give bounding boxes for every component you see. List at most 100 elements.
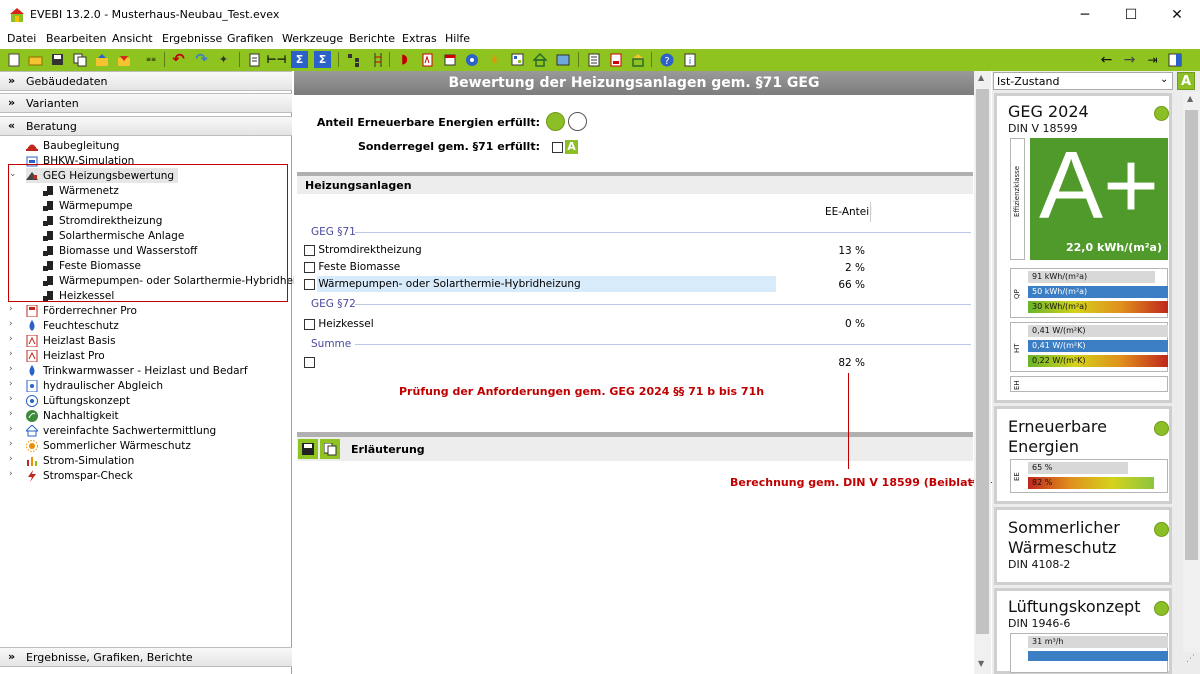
accordion-label: Gebäudedaten — [26, 75, 108, 88]
energy-certificate-icon[interactable] — [629, 51, 646, 68]
tree-item[interactable]: Förderrechner Pro — [26, 303, 137, 318]
tree-item[interactable]: Lüftungskonzept — [26, 393, 130, 408]
menu-werkzeuge[interactable]: Werkzeuge — [282, 32, 343, 45]
tree-item[interactable]: Strom-Simulation — [26, 453, 134, 468]
table-row[interactable]: Heizkessel — [304, 318, 374, 330]
sum-alt-icon[interactable]: Σ — [314, 51, 331, 68]
tree-icon[interactable] — [345, 51, 362, 68]
expand-chevron-icon[interactable]: › — [9, 394, 13, 404]
forward-arrow-icon[interactable]: → — [1121, 51, 1138, 68]
close-button[interactable]: ✕ — [1154, 0, 1200, 30]
tree-item[interactable]: Nachhaltigkeit — [26, 408, 119, 423]
row-checkbox[interactable] — [304, 318, 315, 330]
document-list-icon[interactable] — [246, 51, 263, 68]
tree-item[interactable]: Trinkwarmwasser - Heizlast und Bedarf — [26, 363, 248, 378]
menu-ansicht[interactable]: Ansicht — [112, 32, 153, 45]
network-tool-icon[interactable] — [463, 51, 480, 68]
pdf-report-icon[interactable] — [607, 51, 624, 68]
copy-erlaeuterung-icon[interactable] — [320, 439, 340, 459]
house-tool-icon[interactable] — [531, 51, 548, 68]
expand-chevron-icon[interactable]: › — [9, 379, 13, 389]
accordion-gebaeudedaten[interactable]: » Gebäudedaten — [0, 71, 292, 91]
save-icon[interactable] — [49, 51, 66, 68]
calendar-tool-icon[interactable] — [441, 51, 458, 68]
grid-tool-icon[interactable] — [509, 51, 526, 68]
content-scrollbar[interactable]: ▲ ▼ — [974, 71, 991, 674]
expand-chevron-icon[interactable]: › — [9, 304, 13, 314]
row-checkbox[interactable] — [304, 261, 315, 273]
helmet-tool-icon[interactable]: ◗ — [396, 51, 413, 68]
eh-box: EH — [1010, 376, 1168, 392]
help-icon[interactable]: ? — [658, 51, 675, 68]
expand-chevron-icon[interactable]: › — [9, 454, 13, 464]
menu-berichte[interactable]: Berichte — [349, 32, 395, 45]
export-icon[interactable] — [93, 51, 110, 68]
row-checkbox[interactable] — [304, 244, 315, 256]
table-row[interactable]: Stromdirektheizung — [304, 244, 422, 256]
table-row[interactable]: Feste Biomasse — [304, 261, 400, 273]
menu-ergebnisse[interactable]: Ergebnisse — [162, 32, 222, 45]
structure-icon[interactable]: ⊢⊣ — [266, 51, 286, 68]
expand-chevron-icon[interactable]: › — [9, 349, 13, 359]
card-lueftungskonzept[interactable]: Lüftungskonzept DIN 1946-6 31 m³/h — [994, 588, 1172, 674]
menu-hilfe[interactable]: Hilfe — [445, 32, 470, 45]
expand-chevron-icon[interactable]: › — [9, 469, 13, 479]
menu-grafiken[interactable]: Grafiken — [227, 32, 273, 45]
expand-chevron-icon[interactable]: › — [9, 409, 13, 419]
expand-chevron-icon[interactable]: › — [9, 439, 13, 449]
expand-chevron-icon[interactable]: › — [9, 364, 13, 374]
import-icon[interactable] — [115, 51, 132, 68]
tree-item[interactable]: Stromspar-Check — [26, 468, 133, 483]
redo-icon[interactable]: ↷ — [193, 51, 210, 68]
sonderregel-checkbox[interactable] — [552, 142, 563, 156]
tree-item[interactable]: hydraulischer Abgleich — [26, 378, 163, 393]
maximize-button[interactable]: ☐ — [1108, 0, 1154, 30]
tree-item[interactable]: Heizlast Pro — [26, 348, 105, 363]
expand-chevron-icon[interactable]: › — [9, 334, 13, 344]
tree-item[interactable]: Sommerlicher Wärmeschutz — [26, 438, 191, 453]
new-file-icon[interactable] — [5, 51, 22, 68]
accordion-ergebnisse[interactable]: » Ergebnisse, Grafiken, Berichte — [0, 647, 292, 667]
resize-grip-icon[interactable]: ⋰ — [1186, 654, 1195, 664]
row-checkbox[interactable] — [304, 356, 315, 368]
summe-row[interactable] — [304, 356, 315, 368]
card-geg[interactable]: GEG 2024 DIN V 18599 Effizienzklasse A+ … — [994, 93, 1172, 403]
expand-chevron-icon[interactable]: › — [9, 424, 13, 434]
ladder-icon[interactable] — [369, 51, 386, 68]
heatload-tool-icon[interactable] — [419, 51, 436, 68]
open-folder-icon[interactable] — [27, 51, 44, 68]
report-icon[interactable] — [585, 51, 602, 68]
sum-icon[interactable]: Σ — [291, 51, 308, 68]
accordion-beratung[interactable]: « Beratung — [0, 116, 292, 136]
tree-item[interactable]: vereinfachte Sachwertermittlung — [26, 423, 216, 438]
sidebar-scrollbar[interactable]: ▲ — [1183, 92, 1200, 652]
state-dropdown[interactable]: Ist-Zustand ⌄ — [993, 72, 1173, 90]
tree-item[interactable]: Heizlast Basis — [26, 333, 116, 348]
info-document-icon[interactable]: i — [681, 51, 698, 68]
panel-layout-icon[interactable] — [1166, 51, 1183, 68]
copy-icon[interactable] — [71, 51, 88, 68]
minimize-button[interactable]: ─ — [1062, 0, 1108, 30]
jump-icon[interactable]: ⇥ — [1144, 51, 1161, 68]
collapse-chevron-icon: « — [8, 119, 16, 132]
undo-icon[interactable]: ↶ — [170, 51, 187, 68]
menu-datei[interactable]: Datei — [7, 32, 36, 45]
expand-chevron-icon: » — [8, 96, 16, 109]
ee-label: EE — [1013, 472, 1021, 481]
wizard-icon[interactable]: ✦ — [215, 51, 232, 68]
table-row-selected[interactable]: Wärmepumpen- oder Solarthermie-Hybridhei… — [304, 278, 581, 290]
card-sommerlicher-waermeschutz[interactable]: Sommerlicher Wärmeschutz DIN 4108-2 — [994, 507, 1172, 585]
card-erneuerbare-energien[interactable]: Erneuerbare Energien EE 65 % 82 % — [994, 406, 1172, 504]
sun-tool-icon[interactable]: ☀ — [486, 51, 503, 68]
menu-bearbeiten[interactable]: Bearbeiten — [46, 32, 106, 45]
row-checkbox[interactable] — [304, 278, 315, 290]
save-erlaeuterung-icon[interactable] — [298, 439, 318, 459]
tree-item[interactable]: Feuchteschutz — [26, 318, 119, 333]
menu-extras[interactable]: Extras — [402, 32, 437, 45]
map-tool-icon[interactable] — [554, 51, 571, 68]
hottgenroth-icon[interactable]: ≡≡ — [140, 51, 162, 68]
back-arrow-icon[interactable]: ← — [1098, 51, 1115, 68]
tree-item[interactable]: Baubegleitung — [26, 138, 119, 153]
expand-chevron-icon[interactable]: › — [9, 319, 13, 329]
accordion-varianten[interactable]: » Varianten — [0, 93, 292, 113]
